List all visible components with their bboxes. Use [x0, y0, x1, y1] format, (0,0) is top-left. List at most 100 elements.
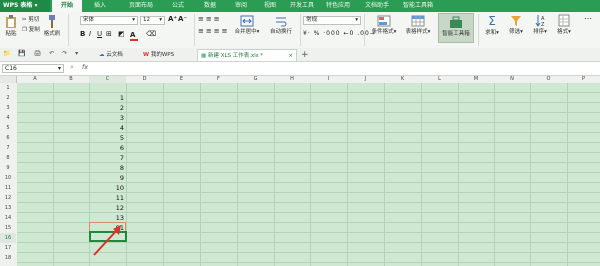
cell-C12[interactable]: 11 [90, 193, 126, 203]
menu-tab-0[interactable]: 开始 [52, 0, 82, 12]
cell-C3[interactable]: 2 [90, 103, 126, 113]
select-all-corner[interactable] [0, 76, 17, 83]
cell-C10[interactable]: 9 [90, 173, 126, 183]
cell-C11[interactable]: 10 [90, 183, 126, 193]
column-header-P[interactable]: P [567, 76, 600, 83]
column-header-L[interactable]: L [421, 76, 458, 83]
shrink-font-icon[interactable]: A⁻ [178, 15, 187, 23]
row-header-7[interactable]: 7 [0, 143, 16, 153]
row-header-15[interactable]: 15 [0, 223, 16, 233]
row-header-6[interactable]: 6 [0, 133, 16, 143]
menu-tab-3[interactable]: 公式 [164, 0, 192, 12]
row-header-8[interactable]: 8 [0, 153, 16, 163]
font-name-select[interactable]: 宋体 ▾ [80, 16, 138, 25]
app-menu-button[interactable]: WPS 表格 ▾ [0, 0, 50, 12]
row-header-10[interactable]: 10 [0, 173, 16, 183]
column-header-C[interactable]: C [89, 76, 126, 83]
row-header-11[interactable]: 11 [0, 183, 16, 193]
zoom-icon[interactable]: ⌕ [70, 63, 74, 72]
menu-tab-9[interactable]: 文档助手 [358, 0, 396, 12]
cut-button[interactable]: ✂ 剪切 [22, 15, 39, 23]
bold-icon[interactable]: B [80, 30, 85, 38]
align-left-icons[interactable]: ≡≡≡≡ [198, 27, 229, 35]
cell-C13[interactable]: 12 [90, 203, 126, 213]
tab-label: 云文档 [106, 52, 123, 58]
menu-tab-4[interactable]: 数据 [196, 0, 224, 12]
row-header-3[interactable]: 3 [0, 103, 16, 113]
column-header-B[interactable]: B [53, 76, 89, 83]
menu-tab-5[interactable]: 审阅 [228, 0, 254, 12]
column-header-G[interactable]: G [237, 76, 274, 83]
fill-color-icon[interactable]: ◩ [118, 30, 125, 38]
column-header-J[interactable]: J [347, 76, 384, 83]
quick-access-icons[interactable]: 📁 💾 🖨 ↶ ↷ ▾ [3, 50, 81, 57]
column-header-I[interactable]: I [310, 76, 347, 83]
font-size-select[interactable]: 12 ▾ [140, 16, 165, 25]
row-header-5[interactable]: 5 [0, 123, 16, 133]
cell-C7[interactable]: 6 [90, 143, 126, 153]
row-header-18[interactable]: 18 [0, 253, 16, 263]
row-header-16[interactable]: 16 [0, 233, 16, 243]
column-header-E[interactable]: E [163, 76, 200, 83]
column-header-H[interactable]: H [274, 76, 310, 83]
svg-text:Z: Z [541, 22, 545, 27]
row-header-2[interactable]: 2 [0, 93, 16, 103]
paste-button[interactable]: 粘贴 [3, 15, 19, 37]
menu-tab-7[interactable]: 开发工具 [286, 0, 318, 12]
copy-button[interactable]: ❐ 复制 [22, 25, 40, 33]
column-header-M[interactable]: M [458, 76, 494, 83]
smart-toolbox-button[interactable]: 智能工具箱 [438, 13, 474, 43]
merge-center-button[interactable]: 合并居中▾ [232, 15, 262, 35]
row-header-12[interactable]: 12 [0, 193, 16, 203]
wrap-text-button[interactable]: 自动换行 [266, 15, 296, 35]
menu-tab-10[interactable]: 智能工具箱 [398, 0, 438, 12]
italic-icon[interactable]: I [89, 30, 91, 38]
row-header-17[interactable]: 17 [0, 243, 16, 253]
eraser-icon[interactable]: ⌫ [146, 30, 156, 38]
new-tab-icon[interactable]: + [301, 49, 309, 61]
cell-C6[interactable]: 5 [90, 133, 126, 143]
cell-C4[interactable]: 3 [90, 113, 126, 123]
grow-font-icon[interactable]: A⁺ [168, 15, 177, 23]
name-box[interactable]: C16 ▾ [2, 64, 64, 73]
sort-button[interactable]: AZ 排序▾ [529, 14, 551, 35]
tab-my-wps[interactable]: W 我的WPS [140, 49, 177, 61]
column-header-D[interactable]: D [126, 76, 163, 83]
column-header-K[interactable]: K [384, 76, 421, 83]
column-header-F[interactable]: F [200, 76, 237, 83]
row-header-9[interactable]: 9 [0, 163, 16, 173]
table-style-button[interactable]: 表格样式▾ [402, 15, 434, 35]
close-icon[interactable]: × [288, 50, 293, 62]
menu-tab-1[interactable]: 插入 [84, 0, 116, 12]
column-header-N[interactable]: N [494, 76, 530, 83]
menu-tab-8[interactable]: 特色应用 [320, 0, 356, 12]
fx-icon[interactable]: fx [82, 63, 88, 71]
filter-button[interactable]: 筛选▾ [505, 14, 527, 35]
underline-icon[interactable]: U [97, 30, 102, 38]
border-icon[interactable]: ⊞ [106, 30, 112, 38]
cell-C8[interactable]: 7 [90, 153, 126, 163]
row-header-13[interactable]: 13 [0, 203, 16, 213]
menu-tab-6[interactable]: 视图 [256, 0, 284, 12]
number-format-select[interactable]: 常规 ▾ [303, 16, 361, 25]
tab-cloud-docs[interactable]: ☁ 云文档 [96, 49, 126, 61]
more-icon[interactable]: ⋯ [582, 14, 594, 23]
column-header-A[interactable]: A [17, 76, 53, 83]
column-header-O[interactable]: O [530, 76, 567, 83]
cell-C9[interactable]: 8 [90, 163, 126, 173]
row-header-4[interactable]: 4 [0, 113, 16, 123]
align-top-icons[interactable]: ≡≡≡ [198, 15, 222, 23]
row-header-1[interactable]: 1 [0, 83, 16, 93]
menu-tab-2[interactable]: 页面布局 [122, 0, 160, 12]
sum-button[interactable]: Σ 求和▾ [481, 14, 503, 36]
cell-C2[interactable]: 1 [90, 93, 126, 103]
format-painter-button[interactable]: 格式刷 [40, 15, 64, 37]
conditional-format-button[interactable]: 条件格式▾ [368, 15, 400, 35]
format-button[interactable]: 格式▾ [553, 14, 575, 35]
sort-icon: AZ [535, 15, 545, 27]
formula-input[interactable] [100, 64, 598, 73]
cell-C5[interactable]: 4 [90, 123, 126, 133]
tab-new-xls[interactable]: ▦ 新建 XLS 工作表.xls * × [197, 49, 297, 61]
row-header-14[interactable]: 14 [0, 213, 16, 223]
font-color-icon[interactable]: A [130, 31, 144, 41]
